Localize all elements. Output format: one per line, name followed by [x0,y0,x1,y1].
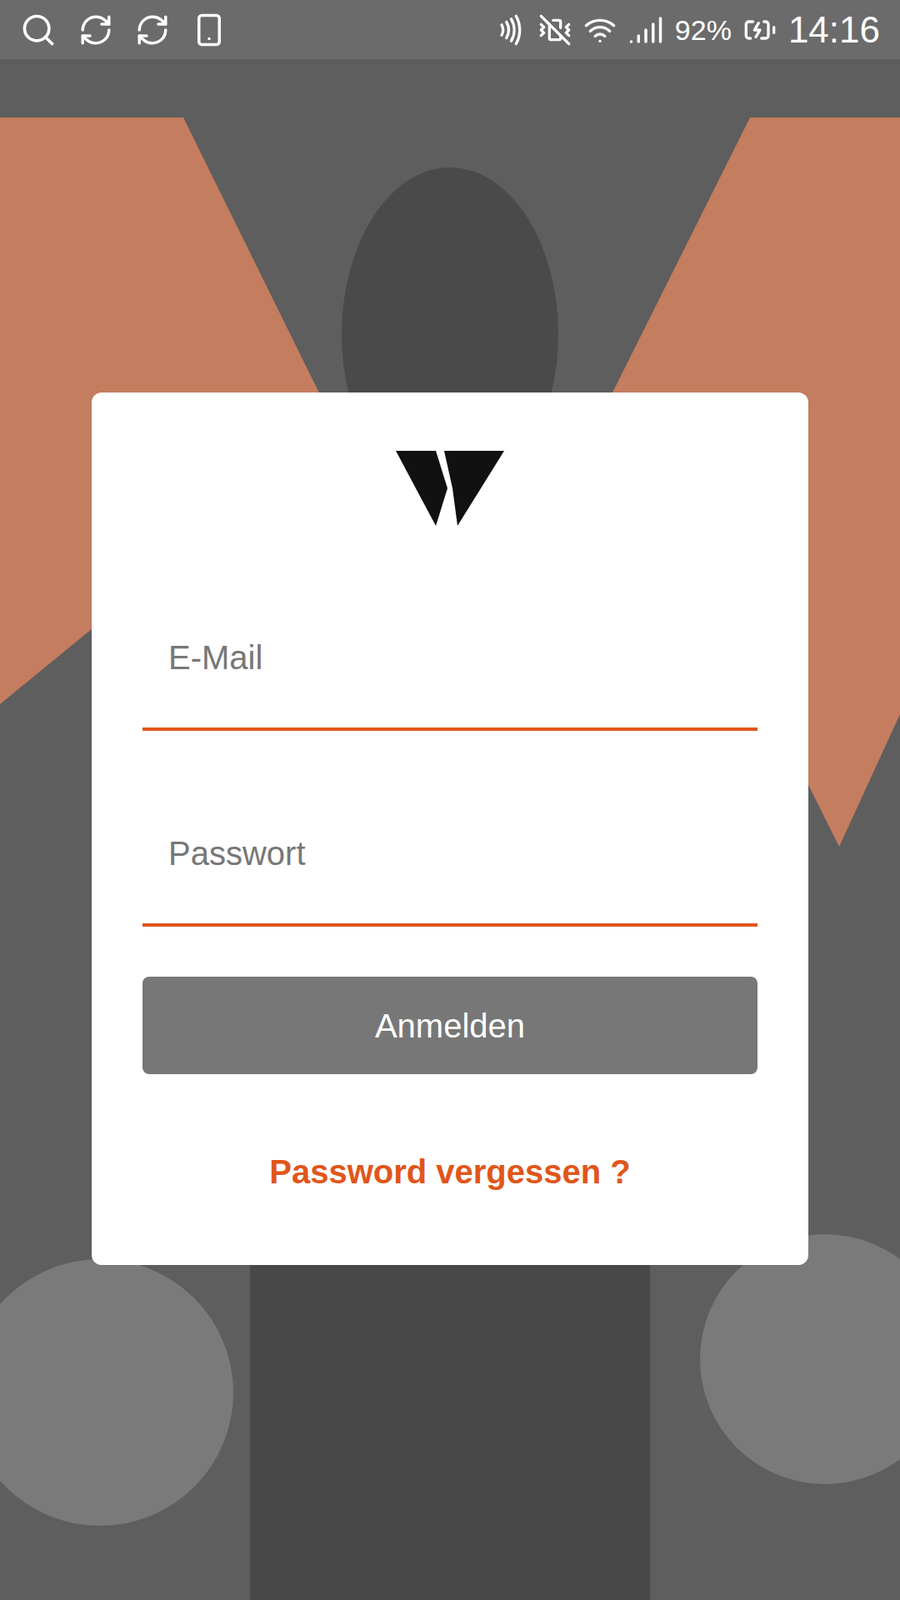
status-bar: 92% 14:16 [0,0,900,60]
battery-level: 92% [675,13,732,47]
login-screen: Anmelden Password vergessen ? [0,59,900,1600]
password-field-input[interactable] [142,833,758,874]
login-card: Anmelden Password vergessen ? [91,392,809,1265]
email-field-input[interactable] [142,637,758,678]
signal-icon [628,12,664,48]
login-button[interactable]: Anmelden [142,976,758,1075]
sync-icon [78,12,114,48]
email-field [142,627,758,731]
search-icon [20,11,57,49]
nfc-icon [493,13,527,47]
clock: 14:16 [788,9,880,51]
battery-icon [743,13,777,47]
sync-icon [135,12,170,48]
vibrate-off-icon [538,13,572,47]
app: 92% 14:16 Anmelden Password vergessen ? [0,0,900,1600]
logo-icon [395,450,505,526]
phone-icon [191,12,227,48]
wifi-icon [583,13,617,47]
forgot-password-link[interactable]: Password vergessen ? [269,1150,631,1193]
password-field [142,823,758,927]
